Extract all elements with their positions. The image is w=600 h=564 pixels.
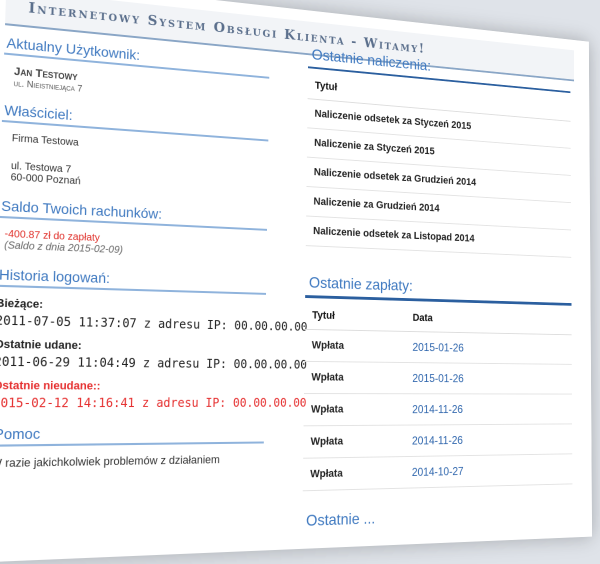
left-column: Aktualny Użytkownik: Jan Testowy ul. Nie… [0, 32, 312, 483]
page-sheet: Internetowy System Obsługi Klienta - Wit… [0, 0, 593, 564]
payment-title: Wpłata [304, 329, 406, 363]
balance-section: Saldo Twoich rachunków: -400.87 zł do za… [0, 195, 311, 263]
table-row[interactable]: Wpłata 2015-01-26 [304, 329, 572, 365]
payment-title: Wpłata [302, 456, 406, 491]
login-last-success-value: 2011-06-29 11:04:49 z adresu IP: 00.00.0… [0, 354, 308, 372]
payment-title: Wpłata [303, 361, 406, 394]
help-heading: Pomoc [0, 421, 265, 447]
payment-date: 2015-01-26 [405, 331, 572, 365]
help-section: Pomoc W razie jakichkolwiek problemów z … [0, 421, 308, 470]
balance-heading: Saldo Twoich rachunków: [0, 195, 268, 231]
login-history-section: Historia logowań: Bieżące: 2011-07-05 11… [0, 263, 310, 411]
login-last-failed-value: 2015-02-12 14:16:41 z adresu IP: 00.00.0… [0, 395, 307, 411]
table-row[interactable]: Wpłata 2014-10-27 [302, 453, 573, 491]
owner-section: Właściciel: Firma Testowa ul. Testowa 7 … [0, 99, 312, 200]
payments-col-date: Data [405, 304, 572, 335]
table-row[interactable]: Wpłata 2015-01-26 [303, 361, 572, 395]
payment-date: 2015-01-26 [405, 362, 572, 395]
charges-table: Tytuł Naliczenie odsetek za Styczeń 2015… [305, 71, 572, 258]
next-section-heading: Ostatnie ... [305, 510, 376, 530]
payment-title: Wpłata [303, 425, 406, 459]
login-last-failed-label: Ostatnie nieudane:: [0, 379, 101, 393]
table-row[interactable]: Wpłata 2014-11-26 [303, 393, 573, 426]
payment-date: 2014-11-26 [405, 393, 573, 426]
payments-col-title: Tytuł [304, 301, 406, 332]
table-row[interactable]: Wpłata 2014-11-26 [303, 423, 573, 459]
login-history-heading: Historia logowań: [0, 263, 267, 295]
payment-date: 2014-11-26 [405, 423, 573, 457]
help-text: W razie jakichkolwiek problemów z działa… [0, 454, 220, 471]
payments-table: Tytuł Data Wpłata 2015-01-26 Wpłata 2015… [302, 301, 573, 491]
right-column: Ostatnie naliczenia: Tytuł Naliczenie od… [302, 42, 573, 534]
login-last-success-label: Ostatnie udane: [0, 338, 82, 353]
payment-title: Wpłata [303, 393, 406, 426]
payment-date: 2014-10-27 [404, 453, 573, 489]
payments-heading: Ostatnie zapłaty: [305, 271, 572, 306]
